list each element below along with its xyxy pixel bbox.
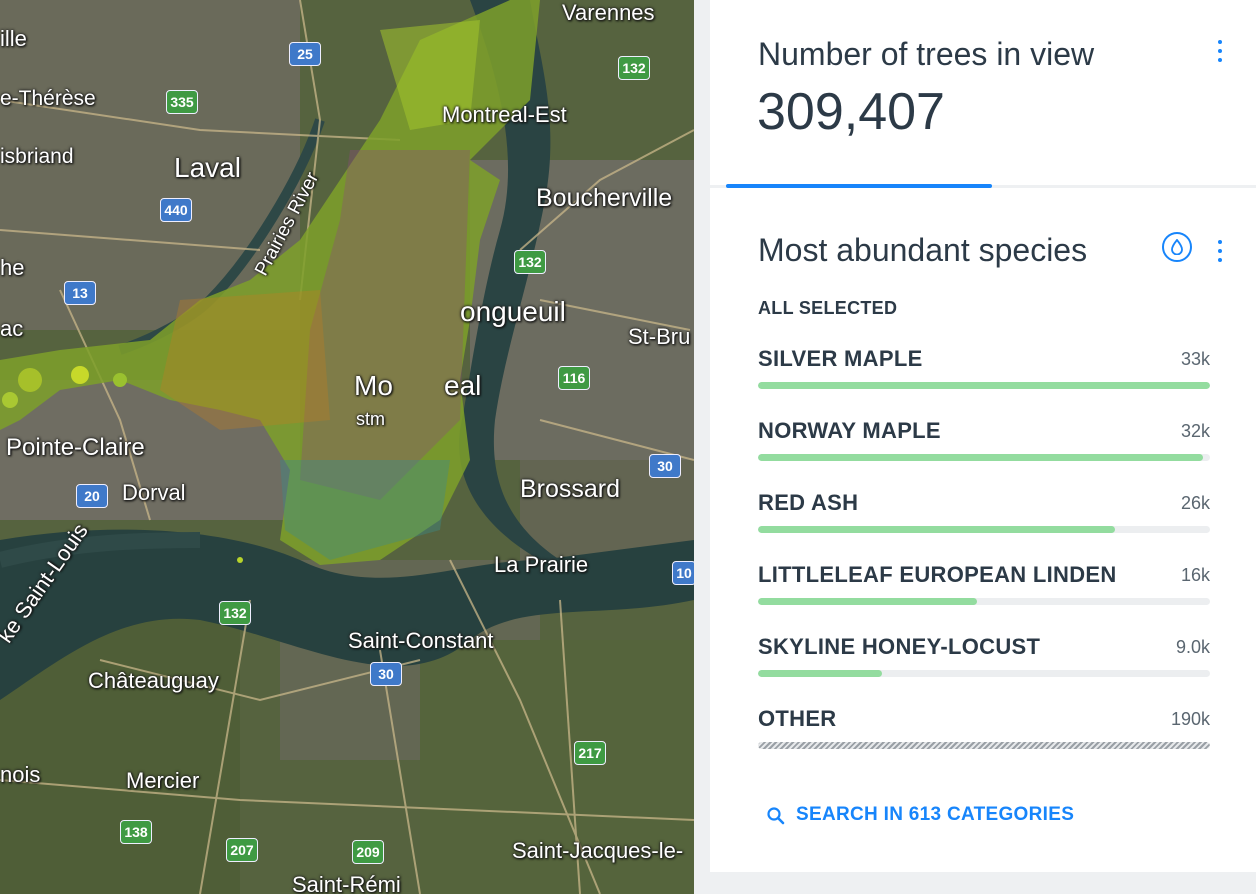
droplet-icon[interactable] bbox=[1162, 232, 1192, 262]
place-label: he bbox=[0, 255, 25, 280]
category-name: SILVER MAPLE bbox=[758, 346, 923, 371]
count-widget-value: 309,407 bbox=[757, 83, 945, 141]
highway-shield: 217 bbox=[574, 741, 606, 765]
category-row[interactable]: RED ASH 26k bbox=[758, 490, 1210, 550]
highway-shield: 30 bbox=[370, 662, 402, 686]
category-bar-track bbox=[758, 454, 1210, 461]
place-label: Varennes bbox=[562, 0, 655, 25]
highway-shield: 20 bbox=[76, 484, 108, 508]
highway-shield: 10 bbox=[672, 561, 694, 585]
place-label: eal bbox=[444, 370, 482, 401]
widgets-sidebar: Number of trees in view 309,407 Most abu… bbox=[694, 0, 1256, 894]
highway-shield: 30 bbox=[649, 454, 681, 478]
highway-shield: 207 bbox=[226, 838, 258, 862]
category-bar-track bbox=[758, 526, 1210, 533]
count-widget-title: Number of trees in view bbox=[758, 36, 1095, 72]
place-label: ongueuil bbox=[460, 296, 566, 327]
category-row[interactable]: SILVER MAPLE 33k bbox=[758, 346, 1210, 406]
category-name: NORWAY MAPLE bbox=[758, 418, 941, 443]
category-value: 33k bbox=[1180, 349, 1210, 369]
highway-shield: 335 bbox=[166, 90, 198, 114]
category-value: 16k bbox=[1180, 565, 1210, 585]
category-row[interactable]: NORWAY MAPLE 32k bbox=[758, 418, 1210, 478]
category-name: LITTLELEAF EUROPEAN LINDEN bbox=[758, 562, 1117, 587]
search-categories-link[interactable]: SEARCH IN 613 CATEGORIES bbox=[766, 804, 1074, 826]
category-bar bbox=[758, 454, 1204, 461]
place-label: nois bbox=[0, 762, 41, 787]
highway-shield: 132 bbox=[219, 601, 251, 625]
place-label: La Prairie bbox=[494, 552, 589, 577]
category-bar-track bbox=[758, 382, 1210, 389]
category-row-other[interactable]: OTHER 190k bbox=[758, 706, 1210, 766]
category-value: 190k bbox=[1170, 709, 1210, 729]
category-bar-track bbox=[758, 598, 1210, 605]
category-name: SKYLINE HONEY-LOCUST bbox=[758, 634, 1041, 659]
map-view[interactable]: ille e-Thérèse isbriand Laval he ac Vare… bbox=[0, 0, 694, 894]
highway-shield: 440 bbox=[160, 198, 192, 222]
place-label: stm bbox=[356, 409, 385, 429]
category-bar-track bbox=[758, 670, 1210, 677]
highway-shield: 13 bbox=[64, 281, 96, 305]
place-label: isbriand bbox=[0, 145, 74, 168]
category-bar-other bbox=[758, 742, 1210, 749]
kebab-menu-icon[interactable] bbox=[1215, 38, 1225, 64]
category-value: 26k bbox=[1180, 493, 1210, 513]
selection-status: ALL SELECTED bbox=[758, 298, 898, 318]
category-bar bbox=[758, 598, 978, 605]
highway-shield: 25 bbox=[289, 42, 321, 66]
highway-shield: 116 bbox=[558, 366, 590, 390]
place-label: Mercier bbox=[126, 768, 200, 793]
species-widget: Most abundant species ALL SELECTED SILVE… bbox=[710, 188, 1256, 872]
category-bar bbox=[758, 526, 1116, 533]
category-value: 9.0k bbox=[1175, 637, 1210, 657]
place-label: Laval bbox=[174, 152, 241, 183]
place-label: Mo bbox=[354, 370, 393, 401]
place-label: Châteauguay bbox=[88, 668, 219, 693]
place-label: St-Bru bbox=[628, 324, 691, 349]
highway-shield: 132 bbox=[618, 56, 650, 80]
place-label: Saint-Constant bbox=[348, 628, 494, 653]
place-label: Pointe-Claire bbox=[6, 434, 145, 461]
category-row[interactable]: LITTLELEAF EUROPEAN LINDEN 16k bbox=[758, 562, 1210, 622]
place-label: ille bbox=[0, 26, 27, 51]
kebab-menu-icon[interactable] bbox=[1215, 238, 1225, 264]
tree-count-widget: Number of trees in view 309,407 bbox=[710, 0, 1256, 185]
place-label: Montreal-Est bbox=[442, 102, 567, 127]
highway-shield: 138 bbox=[120, 820, 152, 844]
category-bar-track bbox=[758, 742, 1210, 749]
category-value: 32k bbox=[1180, 421, 1210, 441]
place-label: Dorval bbox=[122, 480, 186, 505]
place-label: e-Thérèse bbox=[0, 87, 96, 110]
search-icon bbox=[767, 807, 785, 825]
category-bar bbox=[758, 670, 883, 677]
place-label: Boucherville bbox=[536, 184, 673, 212]
category-row[interactable]: SKYLINE HONEY-LOCUST 9.0k bbox=[758, 634, 1210, 694]
search-categories-label: SEARCH IN 613 CATEGORIES bbox=[796, 804, 1075, 825]
category-name: RED ASH bbox=[758, 490, 859, 515]
place-label: Brossard bbox=[520, 475, 621, 503]
place-label: ac bbox=[0, 316, 24, 341]
species-widget-title: Most abundant species bbox=[758, 232, 1088, 268]
place-label: Saint-Rémi bbox=[292, 872, 401, 894]
category-name: OTHER bbox=[758, 706, 837, 731]
place-label: Saint-Jacques-le- bbox=[512, 838, 684, 863]
category-bar bbox=[758, 382, 1210, 389]
highway-shield: 209 bbox=[352, 840, 384, 864]
highway-shield: 132 bbox=[514, 250, 546, 274]
